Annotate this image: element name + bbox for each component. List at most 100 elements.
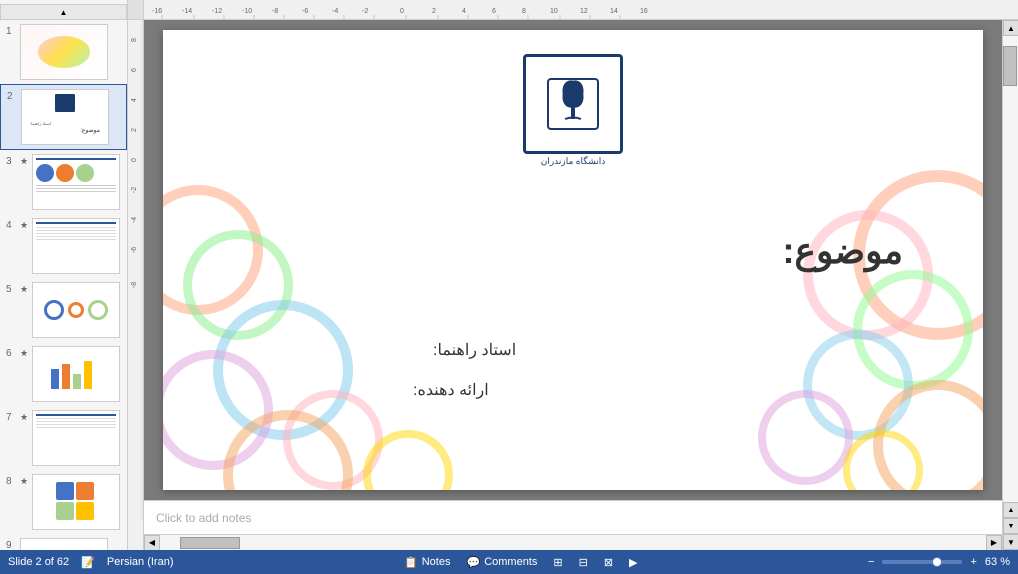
slide-thumb-4[interactable]: [32, 218, 120, 274]
language-info: Persian (Iran): [107, 556, 174, 568]
notes-label: Notes: [422, 556, 451, 568]
slide-number-2: 2: [7, 91, 17, 102]
scrollbar-vertical[interactable]: ▲ ▲ ▼ ▼: [1002, 20, 1018, 550]
slide-item-2[interactable]: 2 موضوع: استاد راهنما:: [0, 84, 127, 150]
slide-label-presenter: ارائه دهنده:: [413, 380, 489, 400]
university-tree-icon: [543, 74, 603, 134]
slide-star-6: ★: [20, 348, 28, 359]
zoom-thumb[interactable]: [932, 557, 942, 567]
slide-number-8: 8: [6, 476, 16, 487]
slide-number-3: 3: [6, 156, 16, 167]
svg-text:-16: -16: [152, 8, 162, 15]
scroll-page-up-btn[interactable]: ▲: [1003, 502, 1018, 518]
view-slide-sorter-icon[interactable]: ⊟: [579, 556, 588, 569]
svg-text:16: 16: [640, 8, 648, 15]
svg-text:-4: -4: [131, 217, 138, 223]
slide-item-4[interactable]: 4 ★: [0, 214, 127, 278]
svg-text:-2: -2: [362, 8, 368, 15]
slide-info: Slide 2 of 62: [8, 556, 69, 568]
scroll-h-thumb[interactable]: [180, 537, 240, 549]
slide-star-5: ★: [20, 284, 28, 295]
svg-text:8: 8: [131, 38, 138, 42]
svg-text:4: 4: [131, 98, 138, 102]
slide-number-6: 6: [6, 348, 16, 359]
center-panel: -16 -14 -12 -10 -8 -6 -4 -2 0 2 4 6 8 10: [128, 0, 1018, 550]
slide-star-3: ★: [20, 156, 28, 167]
slide-item-3[interactable]: 3 ★: [0, 150, 127, 214]
view-normal-icon[interactable]: ⊞: [553, 556, 562, 569]
canvas-row: 8 6 4 2 0 -2 -4 -6 -8: [128, 20, 1018, 550]
slide-item-7[interactable]: 7 ★: [0, 406, 127, 470]
notes-icon: 📋: [404, 556, 418, 569]
svg-text:10: 10: [550, 8, 558, 15]
slide-item-1[interactable]: 1: [0, 20, 127, 84]
slide-canvas[interactable]: دانشگاه مازندران موضوع: استاد راهنما: ار…: [163, 30, 983, 490]
scroll-h-track[interactable]: [160, 535, 986, 550]
slide-thumb-2[interactable]: موضوع: استاد راهنما:: [21, 89, 109, 145]
svg-text:14: 14: [610, 8, 618, 15]
scroll-right-btn[interactable]: ▶: [986, 535, 1002, 551]
scrollbar-horizontal[interactable]: ◀ ▶: [144, 534, 1002, 550]
svg-text:-4: -4: [332, 8, 338, 15]
scroll-left-btn[interactable]: ◀: [144, 535, 160, 551]
slide-item-5[interactable]: 5 ★: [0, 278, 127, 342]
ruler-horizontal: -16 -14 -12 -10 -8 -6 -4 -2 0 2 4 6 8 10: [128, 0, 1018, 20]
slide-number-4: 4: [6, 220, 16, 231]
svg-text:-2: -2: [131, 187, 138, 193]
svg-text:-8: -8: [272, 8, 278, 15]
svg-text:6: 6: [131, 68, 138, 72]
panel-scroll-up[interactable]: ▲: [0, 4, 127, 20]
slide-thumb-9[interactable]: [20, 538, 108, 550]
zoom-slider-area[interactable]: [882, 560, 962, 564]
slide-number-1: 1: [6, 26, 16, 37]
view-reading-icon[interactable]: ⊠: [604, 556, 613, 569]
slide-thumb-8[interactable]: [32, 474, 120, 530]
zoom-out-icon[interactable]: −: [868, 556, 874, 568]
slide-thumb-5[interactable]: [32, 282, 120, 338]
slide-thumb-7[interactable]: [32, 410, 120, 466]
svg-text:2: 2: [432, 8, 436, 15]
zoom-in-icon[interactable]: +: [970, 556, 976, 568]
canvas-main: دانشگاه مازندران موضوع: استاد راهنما: ار…: [144, 20, 1002, 550]
university-name: دانشگاه مازندران: [541, 156, 606, 167]
scroll-v-track[interactable]: [1003, 36, 1018, 502]
slide-panel[interactable]: ▲ 1 2 موضوع: استاد راهنما: 3: [0, 0, 128, 550]
scroll-v-thumb[interactable]: [1003, 46, 1017, 86]
notes-area[interactable]: Click to add notes: [144, 500, 1002, 534]
svg-text:-12: -12: [212, 8, 222, 15]
svg-text:-8: -8: [131, 282, 138, 288]
slide-star-4: ★: [20, 220, 28, 231]
canvas-inner: دانشگاه مازندران موضوع: استاد راهنما: ار…: [144, 20, 1002, 500]
zoom-percent[interactable]: 63 %: [985, 556, 1010, 568]
status-center: 📋 Notes 💬 Comments ⊞ ⊟ ⊠ ▶: [404, 556, 637, 569]
status-left: Slide 2 of 62 📝 Persian (Iran): [8, 556, 174, 569]
svg-text:0: 0: [400, 8, 404, 15]
scroll-up-btn[interactable]: ▲: [1003, 20, 1018, 36]
slide-notes-icon: 📝: [81, 556, 95, 569]
scroll-down-btn[interactable]: ▼: [1003, 534, 1018, 550]
ruler-v-svg: 8 6 4 2 0 -2 -4 -6 -8: [128, 20, 144, 520]
zoom-slider[interactable]: [882, 560, 962, 564]
scroll-page-down-btn[interactable]: ▼: [1003, 518, 1018, 534]
slide-number-7: 7: [6, 412, 16, 423]
slide-item-6[interactable]: 6 ★: [0, 342, 127, 406]
university-logo: دانشگاه مازندران: [518, 50, 628, 170]
slide-thumb-6[interactable]: [32, 346, 120, 402]
svg-text:-10: -10: [242, 8, 252, 15]
status-right: − + 63 %: [868, 556, 1010, 568]
logo-box: [523, 54, 623, 154]
ruler-h-svg: -16 -14 -12 -10 -8 -6 -4 -2 0 2 4 6 8 10: [144, 0, 1002, 20]
ruler-vertical: 8 6 4 2 0 -2 -4 -6 -8: [128, 20, 144, 550]
slide-number-5: 5: [6, 284, 16, 295]
slide-thumb-3[interactable]: [32, 154, 120, 210]
svg-text:12: 12: [580, 8, 588, 15]
slide-item-9[interactable]: 9: [0, 534, 127, 550]
slide-label-advisor: استاد راهنما:: [433, 340, 516, 360]
slide-thumb-1[interactable]: [20, 24, 108, 80]
view-slideshow-icon[interactable]: ▶: [629, 556, 637, 569]
notes-section[interactable]: 📋 Notes: [404, 556, 450, 569]
notes-placeholder: Click to add notes: [156, 511, 251, 525]
comments-section[interactable]: 💬 Comments: [466, 556, 537, 569]
slide-item-8[interactable]: 8 ★: [0, 470, 127, 534]
status-bar: Slide 2 of 62 📝 Persian (Iran) 📋 Notes 💬…: [0, 550, 1018, 574]
